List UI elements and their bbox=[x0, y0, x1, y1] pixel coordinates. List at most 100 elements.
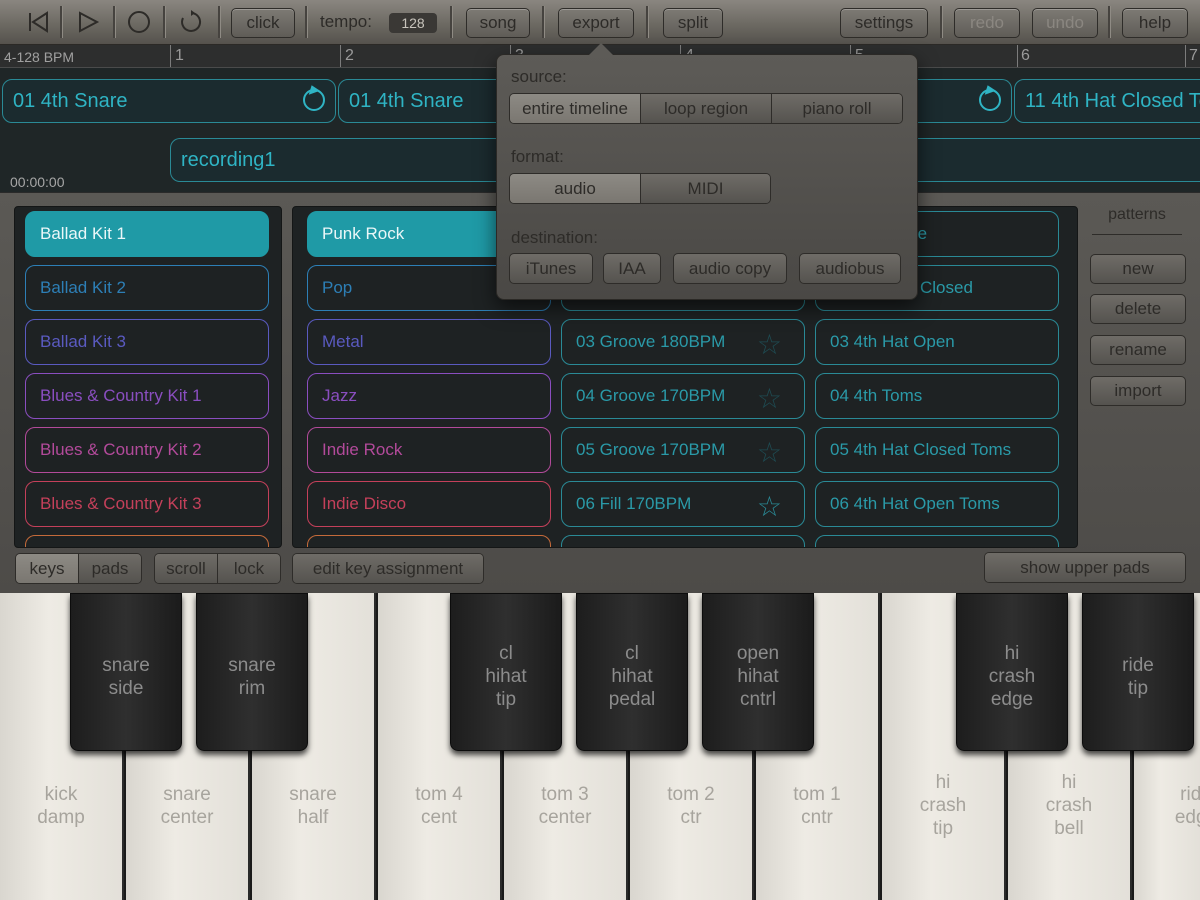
track-clip[interactable]: 11 4th Hat Closed To bbox=[1014, 79, 1200, 123]
track-clip[interactable]: 01 4th Snare bbox=[2, 79, 336, 123]
help-button[interactable]: help bbox=[1122, 8, 1188, 38]
source-label: source: bbox=[511, 67, 567, 86]
favorite-star-icon[interactable]: ☆ bbox=[757, 382, 782, 415]
favorite-star-icon[interactable]: ☆ bbox=[757, 490, 782, 523]
loop-icon bbox=[303, 89, 325, 111]
ruler-mark: 6 bbox=[1021, 47, 1030, 64]
pattern-item[interactable]: 04 4th Toms bbox=[815, 373, 1059, 419]
ruler-tick bbox=[340, 45, 341, 67]
pattern-item[interactable]: 06 4th Hat Open Toms bbox=[815, 481, 1059, 527]
black-key[interactable]: cl hihat tip bbox=[450, 593, 562, 751]
kit-item[interactable]: Blues & Country Kit 3 bbox=[25, 481, 269, 527]
key-label: open hihat cntrl bbox=[736, 643, 780, 710]
black-key[interactable]: snare rim bbox=[196, 593, 308, 751]
keys-pads-toggle[interactable]: keys pads bbox=[15, 553, 142, 584]
scroll-lock-toggle[interactable]: scroll lock bbox=[154, 553, 281, 584]
redo-button[interactable]: redo bbox=[954, 8, 1020, 38]
kit-item[interactable]: Blues & Country Kit 2 bbox=[25, 427, 269, 473]
settings-button[interactable]: settings bbox=[840, 8, 928, 38]
recording-label: recording1 bbox=[181, 148, 276, 171]
show-upper-pads-button[interactable]: show upper pads bbox=[985, 553, 1185, 582]
export-button[interactable]: export bbox=[558, 8, 634, 38]
format-audio[interactable]: audio bbox=[510, 174, 640, 203]
rename-pattern-button[interactable]: rename bbox=[1090, 335, 1186, 365]
patterns-panel: patterns new delete rename import bbox=[1088, 206, 1186, 466]
recording-clip-tail[interactable] bbox=[900, 138, 1200, 182]
clip-label: 11 4th Hat Closed To bbox=[1025, 89, 1200, 112]
genre-item[interactable]: Indie Rock bbox=[307, 427, 551, 473]
destination-itunes-button[interactable]: iTunes bbox=[509, 253, 593, 284]
piano-keyboard: kick damp snare center snare half tom 4 … bbox=[0, 593, 1200, 900]
click-button[interactable]: click bbox=[231, 8, 295, 38]
black-key[interactable]: ride tip bbox=[1082, 593, 1194, 751]
import-pattern-button[interactable]: import bbox=[1090, 376, 1186, 406]
format-midi[interactable]: MIDI bbox=[640, 174, 770, 203]
kit-item[interactable]: Ballad Kit 1 bbox=[25, 211, 269, 257]
source-selector[interactable]: entire timeline loop region piano roll bbox=[509, 93, 903, 124]
delete-pattern-button[interactable]: delete bbox=[1090, 294, 1186, 324]
song-button[interactable]: song bbox=[466, 8, 530, 38]
scroll-button[interactable]: scroll bbox=[155, 554, 217, 583]
groove-item[interactable]: 03 Groove 180BPM ☆ bbox=[561, 319, 805, 365]
destination-audio-copy-button[interactable]: audio copy bbox=[673, 253, 787, 284]
groove-label: 05 Groove 170BPM bbox=[576, 440, 726, 459]
groove-item[interactable]: 04 Groove 170BPM ☆ bbox=[561, 373, 805, 419]
black-key[interactable]: snare side bbox=[70, 593, 182, 751]
format-selector[interactable]: audio MIDI bbox=[509, 173, 771, 204]
favorite-star-icon[interactable]: ☆ bbox=[757, 328, 782, 361]
ruler-mark: 7 bbox=[1189, 47, 1198, 64]
black-key[interactable]: open hihat cntrl bbox=[702, 593, 814, 751]
favorite-star-icon[interactable]: ☆ bbox=[757, 436, 782, 469]
groove-item-partial[interactable] bbox=[561, 535, 805, 547]
kit-item-partial[interactable] bbox=[25, 535, 269, 547]
key-label: cl hihat pedal bbox=[608, 643, 656, 710]
loop-icon[interactable] bbox=[173, 7, 209, 37]
key-label: tom 3 center bbox=[538, 784, 592, 828]
kit-item[interactable]: Ballad Kit 3 bbox=[25, 319, 269, 365]
new-pattern-button[interactable]: new bbox=[1090, 254, 1186, 284]
show-upper-pads[interactable]: show upper pads bbox=[984, 552, 1186, 583]
source-loop-region[interactable]: loop region bbox=[640, 94, 771, 123]
lock-button[interactable]: lock bbox=[217, 554, 280, 583]
toolbar-divider bbox=[218, 6, 221, 38]
edit-key-assignment-button[interactable]: edit key assignment bbox=[293, 554, 483, 583]
destination-iaa-button[interactable]: IAA bbox=[603, 253, 661, 284]
pads-mode-button[interactable]: pads bbox=[78, 554, 141, 583]
black-key[interactable]: cl hihat pedal bbox=[576, 593, 688, 751]
edit-key-assignment[interactable]: edit key assignment bbox=[292, 553, 484, 584]
groove-item[interactable]: 06 Fill 170BPM ☆ bbox=[561, 481, 805, 527]
black-key[interactable]: hi crash edge bbox=[956, 593, 1068, 751]
pattern-item[interactable]: 05 4th Hat Closed Toms bbox=[815, 427, 1059, 473]
pattern-item[interactable]: 03 4th Hat Open bbox=[815, 319, 1059, 365]
key-label: tom 4 cent bbox=[415, 784, 463, 828]
groove-item[interactable]: 05 Groove 170BPM ☆ bbox=[561, 427, 805, 473]
toolbar-divider bbox=[646, 6, 649, 38]
keys-mode-button[interactable]: keys bbox=[16, 554, 78, 583]
kit-item[interactable]: Blues & Country Kit 1 bbox=[25, 373, 269, 419]
genre-item[interactable]: Metal bbox=[307, 319, 551, 365]
genre-item-partial[interactable] bbox=[307, 535, 551, 547]
pattern-item-partial[interactable] bbox=[815, 535, 1059, 547]
split-button[interactable]: split bbox=[663, 8, 723, 38]
groove-label: 03 Groove 180BPM bbox=[576, 332, 726, 351]
source-entire-timeline[interactable]: entire timeline bbox=[510, 94, 640, 123]
key-label: snare side bbox=[102, 655, 150, 699]
tempo-value[interactable]: 128 bbox=[389, 13, 437, 33]
play-icon[interactable] bbox=[70, 7, 106, 37]
kit-list[interactable]: Ballad Kit 1 Ballad Kit 2 Ballad Kit 3 B… bbox=[14, 206, 282, 548]
kit-item[interactable]: Ballad Kit 2 bbox=[25, 265, 269, 311]
toolbar-divider bbox=[113, 6, 116, 38]
rewind-to-start-icon[interactable] bbox=[20, 7, 56, 37]
ruler-mark: 1 bbox=[175, 47, 184, 64]
record-icon[interactable] bbox=[121, 7, 157, 37]
key-label: hi crash tip bbox=[919, 772, 967, 839]
key-label: tom 1 cntr bbox=[793, 784, 841, 828]
undo-button[interactable]: undo bbox=[1032, 8, 1098, 38]
destination-audiobus-button[interactable]: audiobus bbox=[799, 253, 901, 284]
source-piano-roll[interactable]: piano roll bbox=[771, 94, 902, 123]
recording-clip[interactable]: recording1 bbox=[170, 138, 510, 182]
genre-item[interactable]: Indie Disco bbox=[307, 481, 551, 527]
toolbar-divider bbox=[450, 6, 453, 38]
genre-item[interactable]: Jazz bbox=[307, 373, 551, 419]
destination-label: destination: bbox=[511, 228, 598, 247]
